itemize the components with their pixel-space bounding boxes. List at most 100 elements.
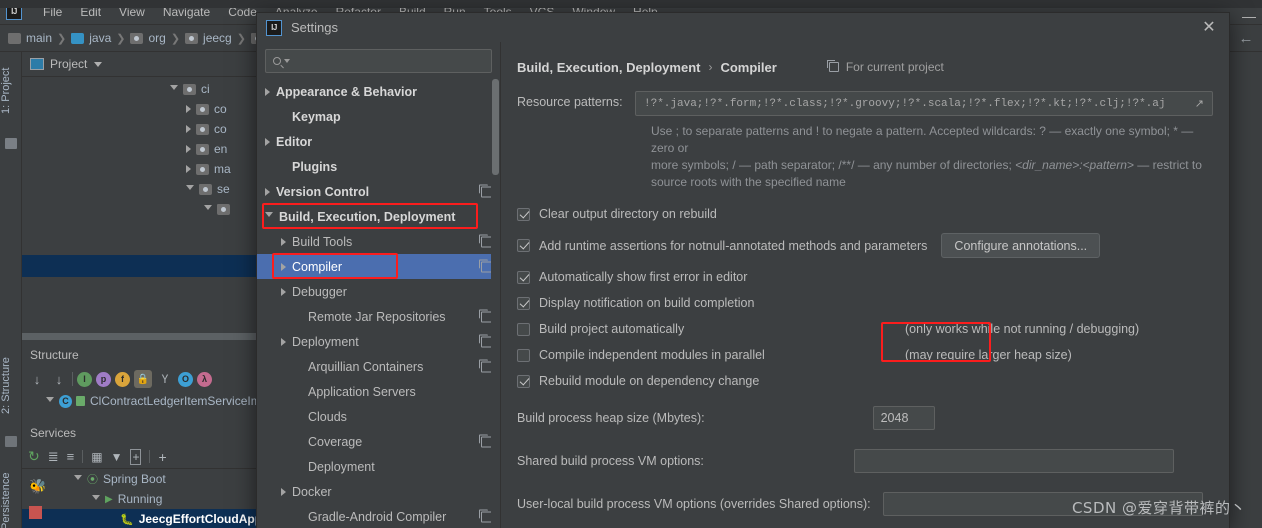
checkbox-row-runtime-assertions[interactable]: Add runtime assertions for notnull-annot… [517,233,1213,258]
checkbox-row-display-notification[interactable]: Display notification on build completion [517,296,1213,310]
strip-item-project[interactable]: 1: Project [0,54,22,128]
settings-tree-item-clouds[interactable]: Clouds [257,404,500,429]
add-icon[interactable]: + [158,449,166,465]
tree-row[interactable]: co [22,99,282,119]
heap-size-input[interactable]: 2048 [872,406,935,430]
settings-tree-item-debugger[interactable]: Debugger [257,279,500,304]
checkbox-icon[interactable] [517,322,530,336]
search-input[interactable] [265,49,492,73]
structure-panel-header[interactable]: Structure [22,342,282,367]
object-icon[interactable]: O [178,371,193,387]
property-icon[interactable]: p [96,371,111,387]
settings-tree-item-arquillian-containers[interactable]: Arquillian Containers [257,354,500,379]
settings-tree-item-build-execution-deployment[interactable]: Build, Execution, Deployment [257,204,500,229]
chevron-right-icon: › [708,60,713,74]
strip-item-structure[interactable]: 2: Structure [0,344,22,428]
stop-icon[interactable] [29,506,42,519]
tree-row[interactable]: co [22,119,282,139]
triangle-closed-icon[interactable] [281,487,286,496]
scrollbar-thumb[interactable] [492,79,499,175]
checkbox-label: Clear output directory on rebuild [539,207,717,221]
triangle-closed-icon[interactable] [265,187,270,196]
lambda-icon[interactable]: λ [197,371,212,387]
triangle-open-icon [186,184,194,194]
triangle-closed-icon[interactable] [281,287,286,296]
checkbox-icon[interactable] [517,239,530,252]
checkbox-row-rebuild-on-dependency[interactable]: Rebuild module on dependency change [517,374,1213,388]
configure-annotations-button[interactable]: Configure annotations... [941,233,1101,258]
add-tab-icon[interactable]: + [130,448,142,465]
project-panel-header[interactable]: Project [22,52,282,77]
settings-tree-item-remote-jar-repositories[interactable]: Remote Jar Repositories [257,304,500,329]
intellij-logo-icon: IJ [266,19,282,36]
settings-tree-item-build-tools[interactable]: Build Tools [257,229,500,254]
settings-tree-item-deployment[interactable]: Deployment [257,454,500,479]
expand-icon[interactable]: ↗ [1195,97,1204,111]
filter-icon[interactable]: ▼ [111,450,123,464]
tree-row[interactable] [22,199,282,219]
settings-tree-item-appearance-behavior[interactable]: Appearance & Behavior [257,79,500,104]
sort-alphabetically-icon[interactable]: ↓ [50,370,68,388]
checkbox-row-parallel-compile[interactable]: Compile independent modules in parallel … [517,348,1213,362]
checkbox-row-build-automatically[interactable]: Build project automatically (only works … [517,322,1213,336]
settings-tree-item-keymap[interactable]: Keymap [257,104,500,129]
triangle-closed-icon[interactable] [281,262,286,271]
settings-tree-item-gradle-android-compiler[interactable]: Gradle-Android Compiler [257,504,500,528]
services-panel-header[interactable]: Services [22,420,282,445]
shared-vm-options-input[interactable] [853,449,1174,473]
triangle-closed-icon[interactable] [281,237,286,246]
triangle-closed-icon[interactable] [265,137,270,146]
tree-row[interactable]: ci [22,79,282,99]
settings-tree-item-coverage[interactable]: Coverage [257,429,500,454]
project-selected-row[interactable] [22,255,282,277]
collapse-all-icon[interactable]: ≡ [67,449,75,464]
checkbox-icon[interactable] [517,296,530,310]
strip-item-persistence[interactable]: Persistence [0,460,22,528]
sort-by-visibility-icon[interactable]: ↓ [28,370,46,388]
settings-tree-item-application-servers[interactable]: Application Servers [257,379,500,404]
settings-tree-item-version-control[interactable]: Version Control [257,179,500,204]
tree-row[interactable]: se [22,179,282,199]
settings-tree-item-docker[interactable]: Docker [257,479,500,504]
back-arrow-icon[interactable]: ← [1239,30,1254,47]
inherited-icon[interactable]: Ү [156,370,174,388]
settings-tree-item-deployment[interactable]: Deployment [257,329,500,354]
lock-icon[interactable]: 🔒 [134,370,152,388]
structure-class-row[interactable]: C ClContractLedgerItemServiceIm [22,391,282,411]
breadcrumb-item-java[interactable]: java ❯ [71,31,130,45]
breadcrumb-item-main[interactable]: main ❯ [8,31,71,45]
breadcrumb-item-org[interactable]: org ❯ [130,31,185,45]
checkbox-icon[interactable] [517,348,530,362]
checkbox-row-clear-output[interactable]: Clear output directory on rebuild [517,207,1213,221]
tree-row[interactable]: en [22,139,282,159]
settings-tree-item-plugins[interactable]: Plugins [257,154,500,179]
checkbox-icon[interactable] [517,270,530,284]
triangle-closed-icon[interactable] [265,87,270,96]
breadcrumb-parent[interactable]: Build, Execution, Deployment [517,60,700,75]
interface-icon[interactable]: I [77,371,92,387]
settings-tree-item-editor[interactable]: Editor [257,129,500,154]
tree-row[interactable]: ma [22,159,282,179]
triangle-closed-icon[interactable] [281,337,286,346]
close-icon[interactable]: ✕ [1197,17,1221,39]
checkbox-icon[interactable] [517,207,530,221]
checkbox-icon[interactable] [517,374,530,388]
resource-patterns-input[interactable]: !?*.java;!?*.form;!?*.class;!?*.groovy;!… [635,91,1213,116]
triangle-open-icon [204,204,212,214]
field-icon[interactable]: f [115,371,130,387]
triangle-open-icon[interactable] [265,212,273,221]
services-node-springboot[interactable]: ⦿ Spring Boot [22,469,282,489]
services-node-app[interactable]: 🐛 JeecgEffortCloudApp [22,509,282,528]
checkbox-row-show-first-error[interactable]: Automatically show first error in editor [517,270,1213,284]
structure-icon[interactable] [5,436,17,447]
services-node-running[interactable]: ▶ Running [22,489,282,509]
breadcrumb-item-jeecg[interactable]: jeecg ❯ [185,31,251,45]
tree-scrollbar[interactable] [491,79,500,528]
minimize-icon[interactable]: — [1242,8,1256,24]
horizontal-scrollbar[interactable] [22,333,282,340]
debug-icon[interactable]: 🐝 [29,478,46,495]
group-icon[interactable]: ▦ [91,450,102,464]
folder-icon[interactable] [5,138,17,149]
chevron-down-icon[interactable] [94,61,103,67]
settings-tree-item-compiler[interactable]: Compiler [257,254,500,279]
